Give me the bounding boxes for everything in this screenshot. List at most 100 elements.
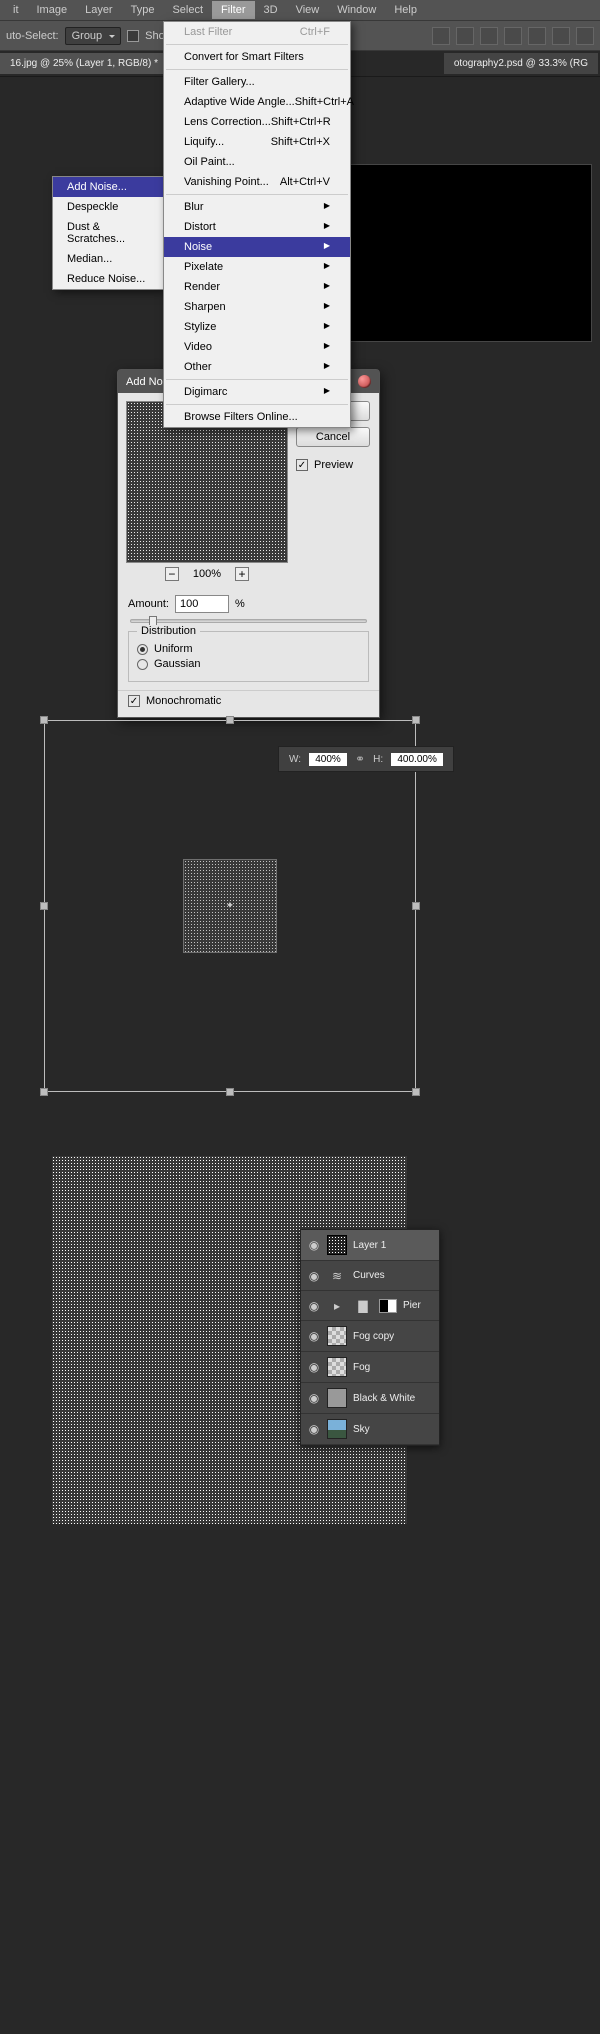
align-icon[interactable] — [552, 27, 570, 45]
menu-distort[interactable]: Distort▶ — [164, 217, 350, 237]
menu-pixelate[interactable]: Pixelate▶ — [164, 257, 350, 277]
flyout-add-noise[interactable]: Add Noise... — [53, 177, 163, 197]
flyout-dust-scratches[interactable]: Dust & Scratches... — [53, 217, 163, 249]
menu-liquify[interactable]: Liquify...Shift+Ctrl+X — [164, 132, 350, 152]
menu-sharpen[interactable]: Sharpen▶ — [164, 297, 350, 317]
menu-blur[interactable]: Blur▶ — [164, 197, 350, 217]
layer-row[interactable]: ◉ Black & White — [301, 1383, 439, 1414]
menu-video[interactable]: Video▶ — [164, 337, 350, 357]
layer-row[interactable]: ◉ Layer 1 — [301, 1230, 439, 1261]
curves-adjustment-icon: ≋ — [327, 1269, 347, 1283]
monochromatic-checkbox[interactable] — [128, 695, 140, 707]
menu-other[interactable]: Other▶ — [164, 357, 350, 377]
distribution-group: Distribution Uniform Gaussian — [128, 631, 369, 682]
preview-checkbox[interactable] — [296, 459, 308, 471]
handle-bottom-right[interactable] — [412, 1088, 420, 1096]
menu-select[interactable]: Select — [163, 1, 212, 19]
menubar: it Image Layer Type Select Filter 3D Vie… — [0, 0, 600, 21]
menu-last-filter[interactable]: Last FilterCtrl+F — [164, 22, 350, 42]
link-wh-icon[interactable]: ⚭ — [355, 752, 365, 766]
menu-edit[interactable]: it — [4, 1, 28, 19]
visibility-icon[interactable]: ◉ — [307, 1360, 321, 1374]
layer-row[interactable]: ◉ ▸ ▇ Pier — [301, 1291, 439, 1321]
menu-convert-smart[interactable]: Convert for Smart Filters — [164, 47, 350, 67]
dialog-close-icon[interactable] — [358, 375, 371, 388]
menu-stylize[interactable]: Stylize▶ — [164, 317, 350, 337]
align-icon[interactable] — [456, 27, 474, 45]
handle-bottom-mid[interactable] — [226, 1088, 234, 1096]
menu-oil-paint[interactable]: Oil Paint... — [164, 152, 350, 172]
menu-window[interactable]: Window — [328, 1, 385, 19]
transform-bounding-box[interactable]: ✦ — [44, 720, 416, 1092]
align-icon[interactable] — [480, 27, 498, 45]
layer-row[interactable]: ◉ Fog — [301, 1352, 439, 1383]
handle-top-right[interactable] — [412, 716, 420, 724]
menu-adaptive-wide[interactable]: Adaptive Wide Angle...Shift+Ctrl+A — [164, 92, 350, 112]
gaussian-radio[interactable] — [137, 659, 148, 670]
canvas-area — [334, 164, 592, 342]
visibility-icon[interactable]: ◉ — [307, 1391, 321, 1405]
flyout-median[interactable]: Median... — [53, 249, 163, 269]
layer-thumbnail[interactable] — [327, 1419, 347, 1439]
align-icon[interactable] — [528, 27, 546, 45]
layer-thumbnail[interactable] — [327, 1357, 347, 1377]
layer-row[interactable]: ◉ Sky — [301, 1414, 439, 1445]
align-icon[interactable] — [432, 27, 450, 45]
menu-3d[interactable]: 3D — [255, 1, 287, 19]
cancel-button[interactable]: Cancel — [296, 427, 370, 447]
doc-tab-3[interactable]: otography2.psd @ 33.3% (RG — [444, 53, 598, 74]
menu-view[interactable]: View — [287, 1, 329, 19]
menu-filter-gallery[interactable]: Filter Gallery... — [164, 72, 350, 92]
menu-render[interactable]: Render▶ — [164, 277, 350, 297]
chevron-right-icon[interactable]: ▸ — [327, 1299, 347, 1313]
handle-bottom-left[interactable] — [40, 1088, 48, 1096]
center-point-icon[interactable]: ✦ — [226, 901, 234, 912]
menu-browse-online[interactable]: Browse Filters Online... — [164, 407, 350, 427]
visibility-icon[interactable]: ◉ — [307, 1269, 321, 1283]
layer-thumbnail[interactable] — [327, 1326, 347, 1346]
uniform-label: Uniform — [154, 643, 193, 655]
amount-input[interactable] — [175, 595, 229, 613]
layer-row[interactable]: ◉ ≋ Curves — [301, 1261, 439, 1291]
menu-type[interactable]: Type — [122, 1, 164, 19]
menu-filter[interactable]: Filter — [212, 1, 254, 19]
uniform-radio[interactable] — [137, 644, 148, 655]
menu-help[interactable]: Help — [385, 1, 426, 19]
align-icon[interactable] — [504, 27, 522, 45]
height-value[interactable]: 400.00% — [391, 753, 443, 766]
menu-image[interactable]: Image — [28, 1, 77, 19]
show-transform-checkbox[interactable] — [127, 30, 139, 42]
handle-left-mid[interactable] — [40, 902, 48, 910]
layer-row[interactable]: ◉ Fog copy — [301, 1321, 439, 1352]
visibility-icon[interactable]: ◉ — [307, 1422, 321, 1436]
layer-name: Pier — [403, 1300, 421, 1311]
zoom-out-icon[interactable]: − — [165, 567, 179, 581]
layer-thumbnail[interactable] — [327, 1235, 347, 1255]
handle-top-mid[interactable] — [226, 716, 234, 724]
menu-digimarc[interactable]: Digimarc▶ — [164, 382, 350, 402]
zoom-percent: 100% — [193, 568, 221, 580]
zoom-in-icon[interactable]: + — [235, 567, 249, 581]
visibility-icon[interactable]: ◉ — [307, 1299, 321, 1313]
auto-select-dropdown[interactable]: Group — [65, 27, 122, 45]
handle-top-left[interactable] — [40, 716, 48, 724]
layer-thumbnail[interactable] — [327, 1388, 347, 1408]
menu-lens-correction[interactable]: Lens Correction...Shift+Ctrl+R — [164, 112, 350, 132]
width-value[interactable]: 400% — [309, 753, 347, 766]
layer-name: Sky — [353, 1424, 370, 1435]
flyout-despeckle[interactable]: Despeckle — [53, 197, 163, 217]
align-icon[interactable] — [576, 27, 594, 45]
noise-flyout: Add Noise... Despeckle Dust & Scratches.… — [52, 176, 164, 290]
doc-tab-1[interactable]: 16.jpg @ 25% (Layer 1, RGB/8) * — [0, 53, 180, 74]
visibility-icon[interactable]: ◉ — [307, 1329, 321, 1343]
layer-name: Curves — [353, 1270, 385, 1281]
menu-vanishing-point[interactable]: Vanishing Point...Alt+Ctrl+V — [164, 172, 350, 192]
handle-right-mid[interactable] — [412, 902, 420, 910]
layer-mask-thumbnail[interactable] — [379, 1299, 397, 1313]
visibility-icon[interactable]: ◉ — [307, 1238, 321, 1252]
amount-slider[interactable] — [130, 619, 367, 623]
menu-layer[interactable]: Layer — [76, 1, 122, 19]
transform-object[interactable]: ✦ — [183, 859, 277, 953]
menu-noise[interactable]: Noise▶ — [164, 237, 350, 257]
flyout-reduce-noise[interactable]: Reduce Noise... — [53, 269, 163, 289]
